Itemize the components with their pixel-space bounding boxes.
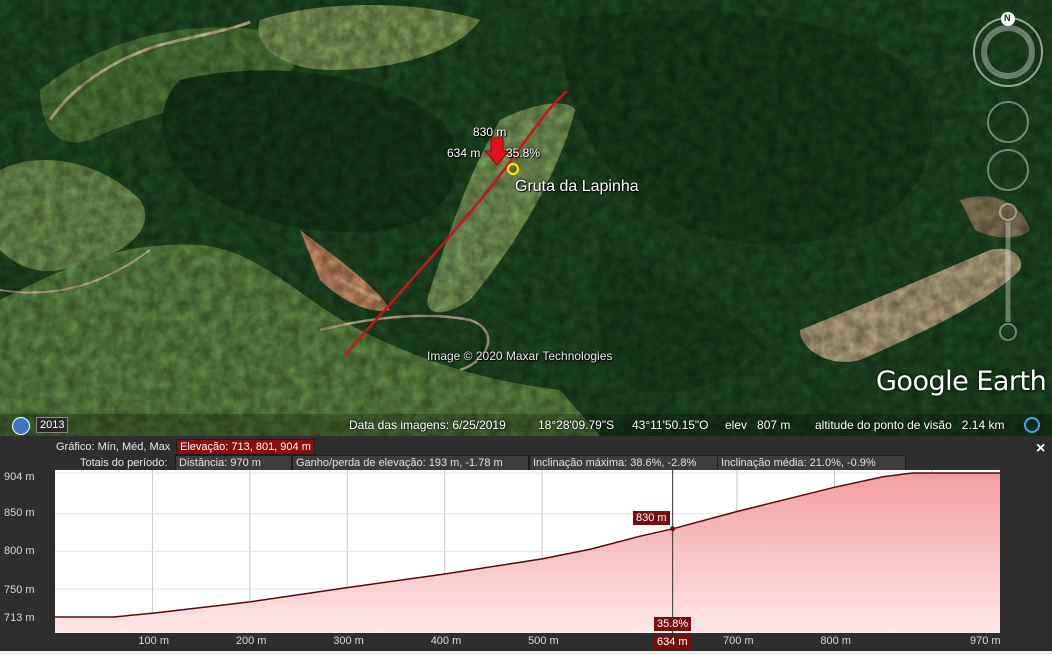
- x-tick-label: 800 m: [820, 635, 851, 647]
- cursor-distance-tag: 634 m: [654, 635, 691, 649]
- y-tick-label: 750 m: [4, 584, 35, 596]
- x-tick-label: 100 m: [138, 635, 169, 647]
- y-tick-label: 850 m: [4, 507, 35, 519]
- marker-elevation-label: 830 m: [473, 125, 507, 139]
- longitude-readout: 43°11'50.15"O: [632, 418, 709, 432]
- year-button[interactable]: 2013: [36, 417, 69, 433]
- y-tick-label: 800 m: [4, 545, 35, 557]
- x-tick-label: 300 m: [333, 635, 364, 647]
- y-tick-label: 904 m: [4, 471, 35, 483]
- streaming-indicator-icon: [1024, 417, 1040, 433]
- compass-north-label: N: [1004, 13, 1011, 23]
- elevation-readout: elev 807 m: [725, 418, 791, 432]
- x-tick-label: 970 m: [970, 635, 1001, 647]
- y-tick-label: 713 m: [4, 612, 35, 624]
- latitude-readout: 18°28'09.79"S: [538, 418, 615, 432]
- viewpoint-altitude-readout: altitude do ponto de visão 2.14 km: [815, 418, 1005, 432]
- marker-distance-label: 634 m: [447, 146, 481, 160]
- place-name-label[interactable]: Gruta da Lapinha: [515, 178, 639, 196]
- elevation-chart[interactable]: [0, 436, 1052, 651]
- marker-slope-label: 35.8%: [506, 146, 541, 160]
- window-bottom-edge: [0, 651, 1052, 655]
- cursor-slope-tag: 35.8%: [654, 617, 692, 631]
- x-tick-label: 700 m: [722, 635, 754, 647]
- x-tick-label: 500 m: [528, 635, 559, 647]
- historical-imagery-clock-icon[interactable]: [12, 417, 30, 435]
- imagery-attribution: Image © 2020 Maxar Technologies: [427, 349, 613, 363]
- position-cursor-dot: [670, 526, 676, 532]
- map-view[interactable]: N 830 m 634 m 35.8% Gruta da Lapinha Ima…: [0, 0, 1052, 436]
- x-tick-label: 400 m: [430, 635, 462, 647]
- imagery-date: Data das imagens: 6/25/2019: [349, 418, 506, 432]
- cursor-elevation-tag: 830 m: [633, 511, 670, 525]
- google-earth-logo: Google Earth: [876, 366, 1047, 397]
- x-tick-label: 200 m: [235, 635, 267, 647]
